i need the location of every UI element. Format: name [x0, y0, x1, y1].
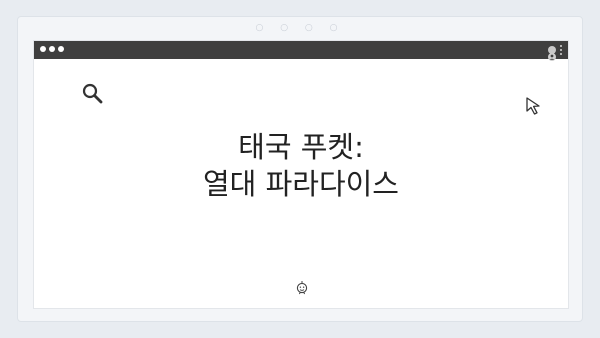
search-icon[interactable] [80, 81, 106, 107]
title-bar [34, 41, 568, 61]
window-control-dot-1[interactable] [40, 46, 46, 52]
title-bar-actions [548, 44, 562, 61]
window-control-dot-3[interactable] [58, 46, 64, 52]
headline-line-2: 열대 파라다이스 [203, 167, 399, 201]
window-controls [40, 46, 64, 54]
headline-line-1: 태국 푸켓: [238, 130, 364, 164]
browser-window: 태국 푸켓: 열대 파라다이스 [33, 40, 569, 309]
kebab-menu-icon[interactable] [559, 45, 562, 55]
cursor-arrow-icon [524, 95, 548, 119]
smiley-icon [293, 278, 311, 296]
user-icon[interactable] [548, 46, 556, 61]
frame-dots-indicator: ○ ○ ○ ○ [255, 23, 345, 33]
window-control-dot-2[interactable] [49, 46, 55, 52]
page-headline: 태국 푸켓: 열대 파라다이스 [34, 129, 568, 203]
